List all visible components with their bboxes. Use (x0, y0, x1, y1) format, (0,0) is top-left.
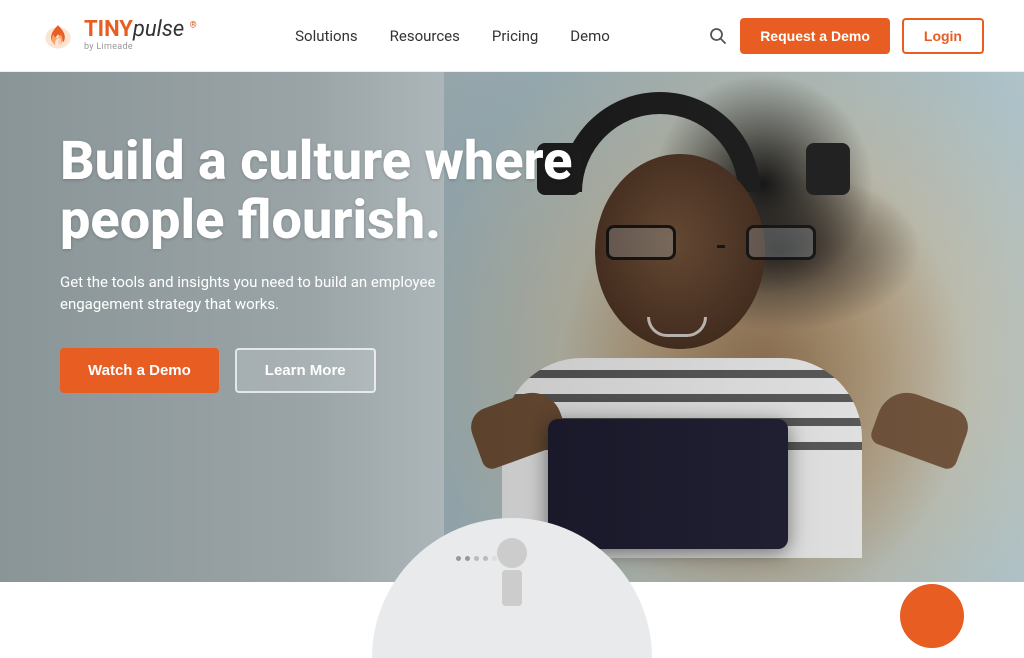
nav-solutions[interactable]: Solutions (295, 27, 358, 45)
logo[interactable]: TINYpulse ® by Limeade (40, 18, 197, 54)
search-icon (708, 26, 728, 46)
request-demo-button[interactable]: Request a Demo (740, 18, 890, 54)
hero-content: Build a culture where people flourish. G… (0, 72, 1024, 582)
nav-links: Solutions Resources Pricing Demo (295, 27, 610, 45)
hero-buttons: Watch a Demo Learn More (60, 348, 580, 393)
logo-sub: by Limeade (84, 43, 197, 52)
below-hero (0, 582, 1024, 658)
hero-text-block: Build a culture where people flourish. G… (60, 132, 580, 393)
hero-section: Build a culture where people flourish. G… (0, 72, 1024, 582)
watch-demo-button[interactable]: Watch a Demo (60, 348, 219, 393)
nav-resources[interactable]: Resources (390, 27, 460, 45)
nav-pricing[interactable]: Pricing (492, 27, 538, 45)
hero-title: Build a culture where people flourish. (60, 132, 580, 251)
login-button[interactable]: Login (902, 18, 984, 54)
learn-more-button[interactable]: Learn More (235, 348, 376, 393)
logo-text: TINYpulse ® by Limeade (84, 19, 197, 52)
navbar: TINYpulse ® by Limeade Solutions Resourc… (0, 0, 1024, 72)
search-button[interactable] (708, 26, 728, 46)
logo-pulse: pulse (133, 17, 184, 42)
hero-subtitle: Get the tools and insights you need to b… (60, 271, 480, 316)
nav-demo[interactable]: Demo (570, 27, 610, 45)
nav-actions: Request a Demo Login (708, 18, 984, 54)
logo-icon (40, 18, 76, 54)
logo-tiny: TINY (84, 17, 133, 42)
circle-orange (900, 584, 964, 648)
